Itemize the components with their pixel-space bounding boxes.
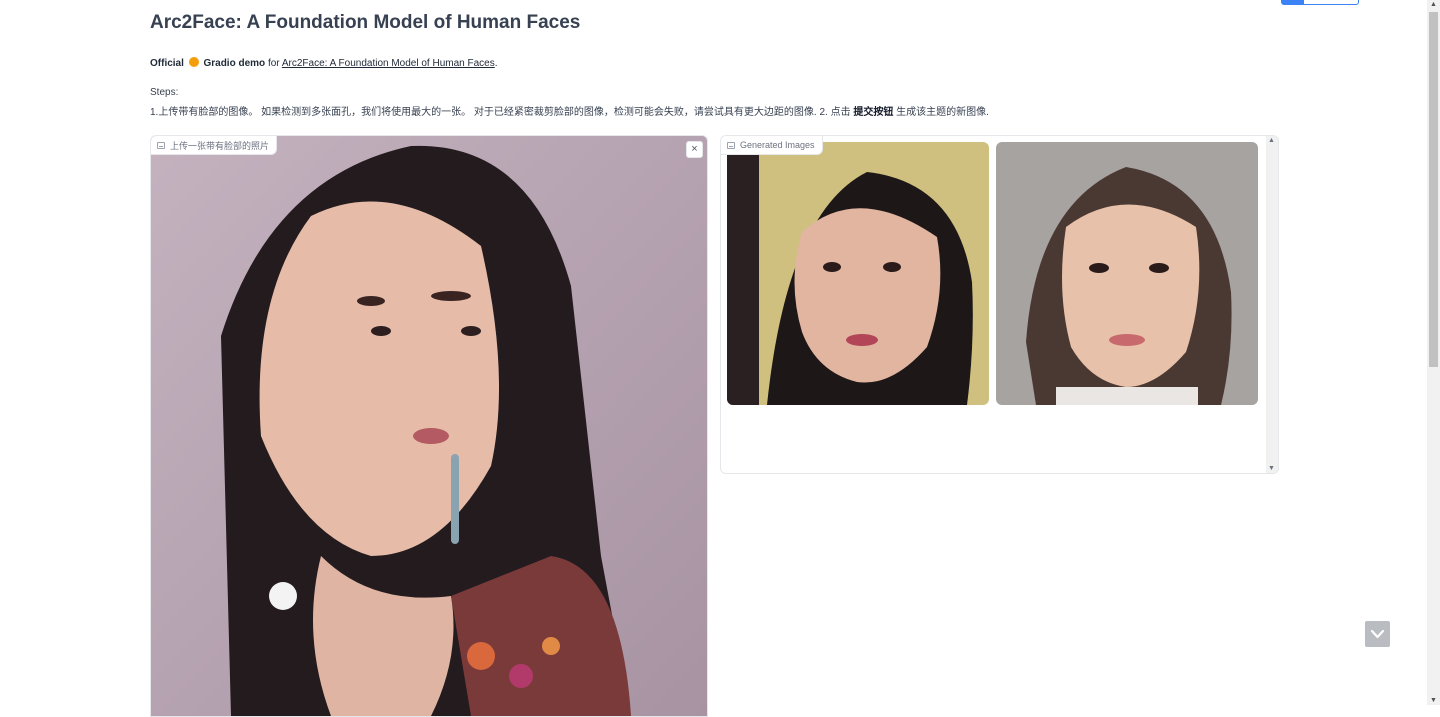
top-button-fill (1282, 0, 1304, 4)
steps-label: Steps: (150, 87, 179, 98)
for-text: for (267, 58, 280, 69)
gallery-icon (727, 141, 735, 149)
output-label: Generated Images (740, 140, 815, 150)
page-scroll-thumb[interactable] (1429, 12, 1438, 367)
page-scrollbar[interactable]: ▲ ▼ (1427, 0, 1440, 705)
top-button[interactable] (1281, 0, 1359, 5)
scroll-down-arrow-icon[interactable]: ▼ (1268, 465, 1275, 472)
paper-link[interactable]: Arc2Face: A Foundation Model of Human Fa… (282, 58, 495, 69)
step-1-text: 1.上传带有脸部的图像。 如果检测到多张面孔，我们将使用最大的一张。 对于已经紧… (150, 107, 851, 118)
generated-image-2[interactable] (996, 142, 1258, 405)
chevron-down-icon (1370, 629, 1385, 639)
generated-photo-1 (727, 142, 989, 405)
official-description: Official Gradio demo for Arc2Face: A Fou… (150, 57, 498, 69)
input-label-chip: 上传一张带有脸部的照片 (151, 136, 278, 155)
page-scroll-up-icon[interactable]: ▲ (1430, 1, 1437, 8)
steps-text: 1.上传带有脸部的图像。 如果检测到多张面孔，我们将使用最大的一张。 对于已经紧… (150, 103, 989, 118)
official-label: Official (150, 58, 184, 69)
gallery-scrollbar[interactable]: ▲ ▼ (1266, 136, 1278, 473)
demo-label: Gradio demo (203, 58, 266, 69)
clear-image-button[interactable]: × (686, 141, 703, 158)
page-title: Arc2Face: A Foundation Model of Human Fa… (150, 12, 581, 33)
page-scroll-down-icon[interactable]: ▼ (1430, 697, 1437, 704)
hugging-face-icon (188, 57, 199, 67)
output-label-chip: Generated Images (721, 136, 823, 155)
generated-images-panel: Generated Images ▲ ▼ (720, 135, 1279, 474)
step-2-text: 生成该主题的新图像. (896, 107, 989, 118)
input-photo (151, 136, 707, 716)
input-label: 上传一张带有脸部的照片 (170, 140, 270, 151)
input-image-panel[interactable]: 上传一张带有脸部的照片 × (150, 135, 708, 717)
scroll-up-arrow-icon[interactable]: ▲ (1268, 137, 1275, 144)
image-icon (157, 141, 165, 149)
scroll-to-bottom-button[interactable] (1365, 621, 1390, 647)
generated-image-1[interactable] (727, 142, 989, 405)
submit-word: 提交按钮 (853, 107, 894, 118)
generated-photo-2 (996, 142, 1258, 405)
period-text: . (494, 58, 498, 69)
